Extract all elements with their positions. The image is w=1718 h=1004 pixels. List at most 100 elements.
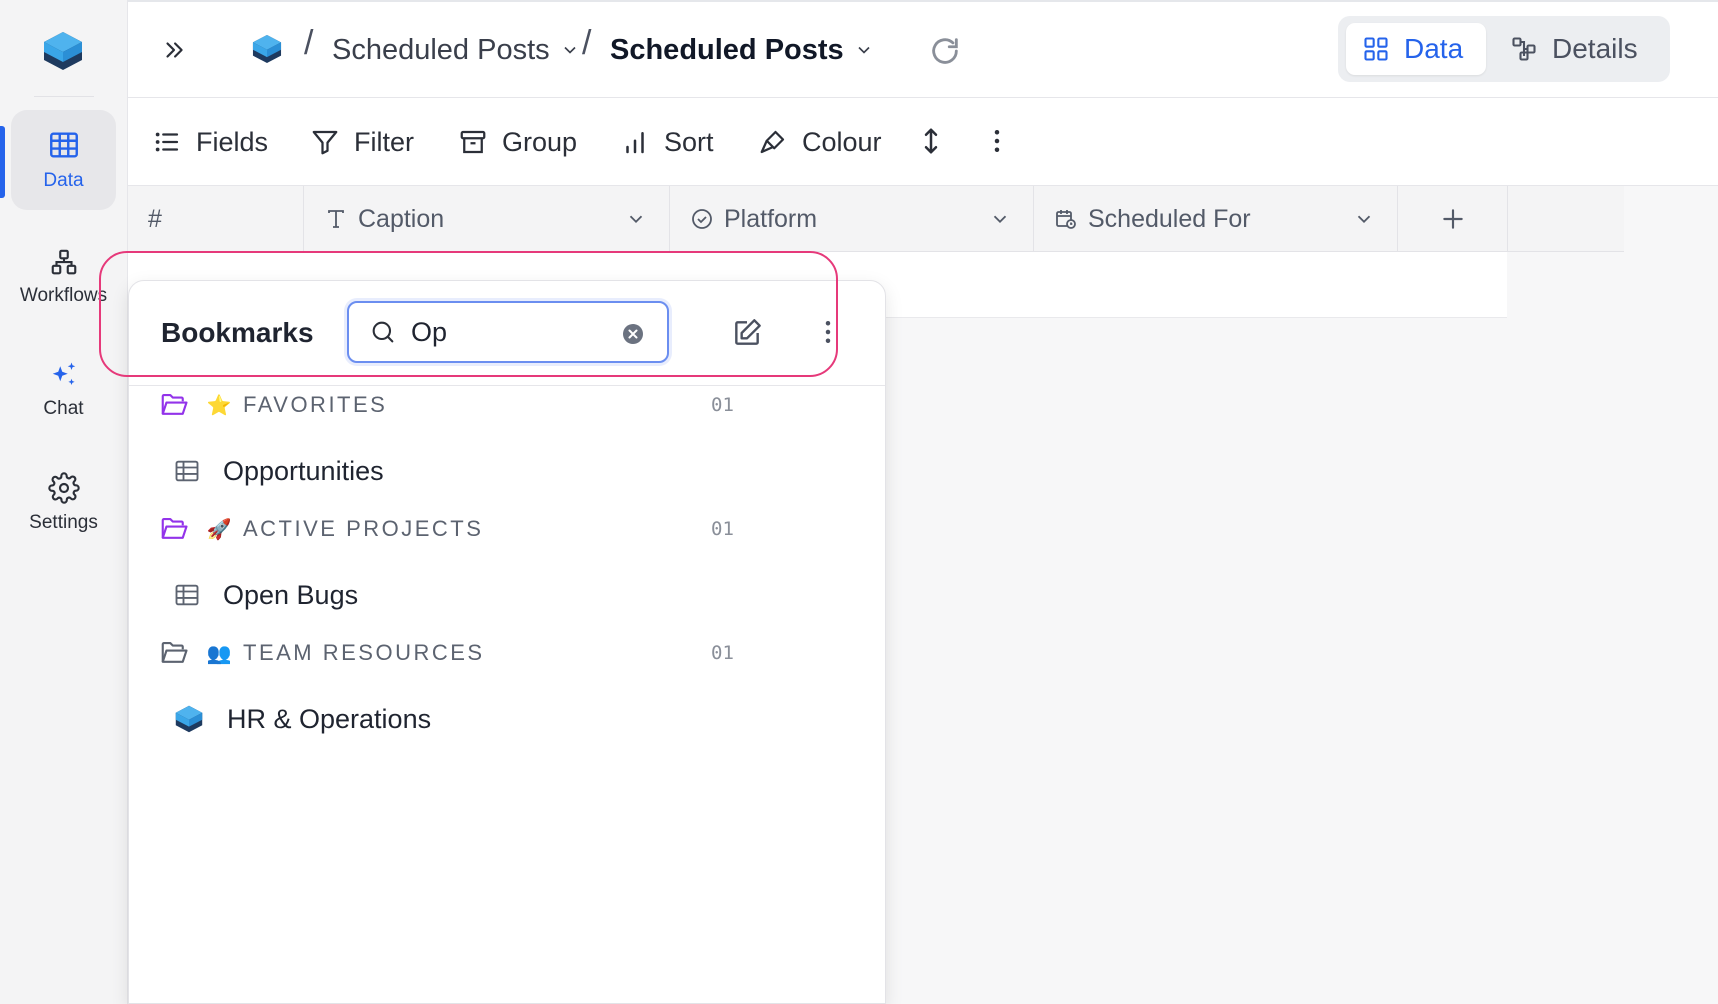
folder-name: FAVORITES xyxy=(243,392,388,417)
view-toolbar: Fields Filter Group Sort Colour xyxy=(128,98,1718,186)
folder-open-icon xyxy=(161,517,188,539)
folder-count: 01 xyxy=(711,394,734,416)
bookmark-folder-active-projects[interactable]: 🚀 ACTIVE PROJECTS 01 xyxy=(159,511,859,547)
column-header-scheduled-for[interactable]: Scheduled For xyxy=(1034,186,1398,252)
folder-count: 01 xyxy=(711,518,734,540)
app-logo-icon[interactable] xyxy=(40,28,86,74)
edit-icon[interactable] xyxy=(731,317,763,349)
group-button[interactable]: Group xyxy=(458,122,577,162)
rail-item-settings[interactable]: Settings xyxy=(11,453,116,553)
rail-item-chat[interactable]: Chat xyxy=(11,340,116,440)
chevrons-right-icon xyxy=(166,42,183,58)
folder-name: TEAM RESOURCES xyxy=(243,640,485,665)
clear-search-icon[interactable] xyxy=(621,322,645,346)
breadcrumb-table[interactable]: Scheduled Posts xyxy=(610,30,874,70)
folder-emoji: ⭐ xyxy=(206,394,232,417)
more-vertical-icon[interactable] xyxy=(813,317,843,347)
bookmark-label: Opportunities xyxy=(223,455,384,486)
workflow-icon xyxy=(51,249,76,275)
bookmark-folder-favorites[interactable]: ⭐ FAVORITES 01 xyxy=(159,387,859,423)
column-label: # xyxy=(148,204,162,233)
breadcrumb-label: Scheduled Posts xyxy=(332,33,550,66)
filter-label: Filter xyxy=(354,126,414,157)
bookmark-item[interactable]: HR & Operations xyxy=(173,697,853,741)
bookmark-label: HR & Operations xyxy=(227,703,432,734)
more-vertical-icon[interactable] xyxy=(982,126,1012,156)
filter-icon xyxy=(312,130,338,155)
chevron-down-icon[interactable] xyxy=(1353,208,1375,230)
table-icon xyxy=(49,132,78,158)
rail-item-label: Chat xyxy=(43,398,84,419)
column-label: Caption xyxy=(358,204,445,233)
bookmark-item[interactable]: Open Bugs xyxy=(173,573,853,617)
sparkle-icon xyxy=(52,362,75,385)
chevron-down-icon xyxy=(564,46,576,54)
tab-label: Details xyxy=(1552,33,1638,64)
folder-count: 01 xyxy=(711,642,734,664)
add-column-button[interactable] xyxy=(1398,186,1508,252)
folder-emoji: 👥 xyxy=(206,642,232,665)
row-height-icon[interactable] xyxy=(916,126,946,156)
colour-label: Colour xyxy=(802,126,882,157)
plus-icon xyxy=(1442,209,1463,229)
tab-details[interactable]: Details xyxy=(1494,23,1654,75)
rail-item-workflows[interactable]: Workflows xyxy=(11,227,116,327)
sort-label: Sort xyxy=(664,126,714,157)
archive-icon xyxy=(460,130,486,154)
base-logo-icon xyxy=(175,705,203,733)
schema-icon xyxy=(1512,37,1536,61)
chevron-down-icon[interactable] xyxy=(989,208,1011,230)
column-header-platform[interactable]: Platform xyxy=(670,186,1034,252)
filter-button[interactable]: Filter xyxy=(310,122,414,162)
fields-label: Fields xyxy=(196,126,269,157)
breadcrumb-separator: / xyxy=(582,24,592,62)
colour-button[interactable]: Colour xyxy=(758,122,882,162)
folder-name: ACTIVE PROJECTS xyxy=(243,516,484,541)
calendar-clock-icon xyxy=(1056,210,1076,229)
grid-header-row: # Caption Platform Scheduled For xyxy=(128,186,1624,252)
chevron-down-icon xyxy=(858,46,870,54)
bookmarks-popover: Bookmarks ⭐ FAVORITES 01 Opportunities 🚀… xyxy=(128,280,886,1004)
chevron-down-icon[interactable] xyxy=(625,208,647,230)
breadcrumb-separator: / xyxy=(304,24,314,62)
folder-emoji: 🚀 xyxy=(206,518,232,541)
group-label: Group xyxy=(502,126,578,157)
bookmark-label: Open Bugs xyxy=(223,579,359,610)
rail-item-label: Settings xyxy=(29,512,98,533)
rail-item-label: Workflows xyxy=(19,285,108,306)
bookmark-item[interactable]: Opportunities xyxy=(173,449,853,493)
top-header: / Scheduled Posts / Scheduled Posts Data… xyxy=(128,2,1718,98)
folder-open-icon xyxy=(161,641,188,663)
popover-divider xyxy=(129,385,885,386)
rail-active-indicator xyxy=(0,126,5,198)
base-logo-icon xyxy=(252,34,282,64)
fields-button[interactable]: Fields xyxy=(152,122,268,162)
tab-label: Data xyxy=(1404,33,1464,64)
bookmark-folder-team-resources[interactable]: 👥 TEAM RESOURCES 01 xyxy=(159,635,859,671)
column-header-index[interactable]: # xyxy=(128,186,304,252)
column-label: Scheduled For xyxy=(1088,204,1251,233)
rail-item-data[interactable]: Data xyxy=(11,110,116,210)
paint-brush-icon xyxy=(760,130,785,154)
expand-sidebar-button[interactable] xyxy=(156,32,192,68)
text-type-icon xyxy=(328,210,344,228)
breadcrumb-base[interactable]: Scheduled Posts xyxy=(332,30,580,70)
bookmark-search-field[interactable] xyxy=(347,301,669,363)
table-icon xyxy=(175,584,199,606)
search-icon xyxy=(372,321,394,343)
gear-icon xyxy=(47,472,80,504)
column-header-caption[interactable]: Caption xyxy=(304,186,670,252)
popover-title: Bookmarks xyxy=(161,317,314,348)
sort-button[interactable]: Sort xyxy=(620,122,714,162)
bar-chart-icon xyxy=(626,132,644,154)
rail-divider xyxy=(34,96,94,97)
view-switcher: Data Details xyxy=(1338,16,1670,82)
rail-item-label: Data xyxy=(43,170,84,191)
search-input[interactable] xyxy=(411,316,611,348)
table-icon xyxy=(175,460,199,482)
breadcrumb-label: Scheduled Posts xyxy=(610,33,844,66)
list-icon xyxy=(155,132,179,152)
tab-data[interactable]: Data xyxy=(1346,23,1486,75)
left-rail: Data Workflows Chat Settings xyxy=(0,0,128,1004)
refresh-icon[interactable] xyxy=(928,34,962,68)
